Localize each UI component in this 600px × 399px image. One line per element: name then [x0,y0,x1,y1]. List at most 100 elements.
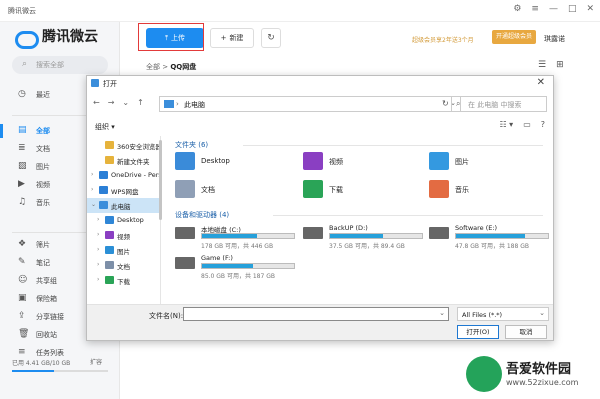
tree-item-label: 360安全浏览器 [117,143,161,151]
refresh-button[interactable]: ↻ [261,28,281,48]
drive-usage-bar [201,233,295,239]
menu-icon[interactable]: ≡ [531,4,539,14]
view-options-icon[interactable]: ☷ ▾ [499,120,513,129]
storage-bar [12,370,108,372]
sidebar-item-label: 分享链接 [36,313,64,321]
tree-expand-icon[interactable]: › [91,186,93,193]
watermark-title: 吾爱软件园 [506,362,572,377]
folder-icon [105,276,114,284]
tree-item[interactable]: › WPS网盘 [87,183,160,198]
tree-expand-icon[interactable]: › [97,231,99,238]
folder-icon [105,156,114,164]
sidebar-search[interactable]: ⌕ 搜索全部 [12,56,108,74]
history-dropdown-icon[interactable]: ⌄ [122,98,129,107]
breadcrumb-root[interactable]: 全部 [146,63,160,71]
folder-item[interactable]: 文档 [175,180,295,202]
settings-icon[interactable]: ⚙ [513,4,521,14]
drive-item[interactable]: BackUP (D:) 37.5 GB 可用，共 89.4 GB [303,224,429,254]
folder-item[interactable]: 图片 [429,152,549,174]
search-icon: ⌕ [456,99,461,108]
folder-item[interactable]: 视频 [303,152,423,174]
folder-item[interactable]: Desktop [175,152,295,174]
drive-usage-fill [202,234,258,238]
minimize-icon[interactable]: — [549,4,558,14]
dialog-title: 打开 [103,80,117,88]
folder-icon [429,180,449,198]
tree-item[interactable]: ⌄ 此电脑 [87,198,160,213]
dialog-close-icon[interactable]: ✕ [537,77,545,88]
tree-scrollbar[interactable] [159,140,162,220]
dialog-nav-bar: ← → ⌄ ↑ › 此电脑 ⌄ ↻ ⌕ 在 此电脑 中搜索 [87,94,553,114]
tree-expand-icon[interactable]: › [97,276,99,283]
tree-item[interactable]: 360安全浏览器 [87,138,161,153]
filename-input[interactable]: ⌄ [183,307,449,321]
folder-icon [105,141,114,149]
folder-icon [105,231,114,239]
maximize-icon[interactable]: □ [568,4,577,14]
expand-storage-link[interactable]: 扩容 [90,357,102,366]
folder-item[interactable]: 音乐 [429,180,549,202]
forward-arrow-icon[interactable]: → [108,98,115,107]
refresh-icon[interactable]: ↻ [442,99,449,108]
tree-item[interactable]: › Desktop [87,213,160,228]
open-button[interactable]: 打开(O) [457,325,499,339]
section-divider [273,215,543,216]
drive-item[interactable]: 本地磁盘 (C:) 178 GB 可用，共 446 GB [175,224,301,254]
drive-name: Software (E:) [455,224,498,232]
tree-item[interactable]: › 下载 [87,273,160,288]
share-links-icon: ⇪ [18,311,26,321]
drive-usage-fill [202,264,253,268]
up-arrow-icon[interactable]: ↑ [137,98,144,107]
folder-item[interactable]: 下载 [303,180,423,202]
user-name[interactable]: 琪露诺 [544,34,565,44]
task-list-icon: ≡ [18,347,26,357]
organize-menu[interactable]: 组织 ▾ [95,122,115,132]
watermark-url: www.52zixue.com [506,378,579,387]
new-button[interactable]: + 新建 [210,28,254,48]
drive-item[interactable]: Game (F:) 85.0 GB 可用，共 187 GB [175,254,301,284]
dialog-search-input[interactable]: ⌕ 在 此电脑 中搜索 [451,96,547,112]
sidebar-item-label: 最近 [36,91,50,99]
sidebar-item-label: 筛片 [36,241,50,249]
drives-section-title[interactable]: 设备和驱动器 (4) [175,210,229,220]
file-type-dropdown-icon: ⌄ [539,309,545,317]
tree-expand-icon[interactable]: › [91,171,93,178]
close-icon[interactable]: ✕ [586,4,594,14]
tree-expand-icon[interactable]: › [97,246,99,253]
watermark-logo-icon [466,356,502,392]
drive-capacity: 85.0 GB 可用，共 187 GB [201,273,275,280]
file-type-select[interactable]: All Files (*.*) ⌄ [457,307,549,321]
notes-icon: ✎ [18,257,26,267]
hard-drive-icon [175,257,195,269]
folder-label: 下载 [329,186,343,194]
preview-pane-icon[interactable]: ▭ [523,120,531,129]
tree-item[interactable]: › OneDrive - Pers [87,168,160,183]
folders-section-title[interactable]: 文件夹 (6) [175,140,208,150]
tree-expand-icon[interactable]: › [97,216,99,223]
cancel-button[interactable]: 取消 [505,325,547,339]
images-icon: ▨ [18,161,27,171]
sidebar-item-label: 保险箱 [36,295,57,303]
logo: 腾讯微云 [12,26,98,49]
tree-expand-icon[interactable]: › [97,261,99,268]
tree-item[interactable]: › 视频 [87,228,160,243]
address-chevron-icon: › [176,100,179,108]
vip-button[interactable]: 开通超级会员 [492,30,536,44]
back-arrow-icon[interactable]: ← [93,98,100,107]
filename-dropdown-icon[interactable]: ⌄ [439,309,445,317]
recycle-bin-icon: 🗑 [18,329,30,339]
new-label: 新建 [229,34,244,42]
grid-view-icon[interactable]: ⊞ [556,60,564,70]
help-icon[interactable]: ? [541,120,545,129]
tree-expand-icon[interactable]: ⌄ [91,201,96,208]
folder-label: 图片 [455,158,469,166]
drive-item[interactable]: Software (E:) 47.8 GB 可用，共 188 GB [429,224,555,254]
list-view-icon[interactable]: ☰ [538,60,546,70]
address-bar[interactable]: › 此电脑 ⌄ [159,96,461,112]
tree-item[interactable]: › 图片 [87,243,160,258]
address-text: 此电脑 [184,101,205,109]
tree-item[interactable]: 新建文件夹 [87,153,160,168]
tree-item[interactable]: › 文档 [87,258,160,273]
tree-item-label: WPS网盘 [111,188,139,196]
title-bar: 腾讯微云 ⚙ ≡ — □ ✕ [0,0,600,22]
